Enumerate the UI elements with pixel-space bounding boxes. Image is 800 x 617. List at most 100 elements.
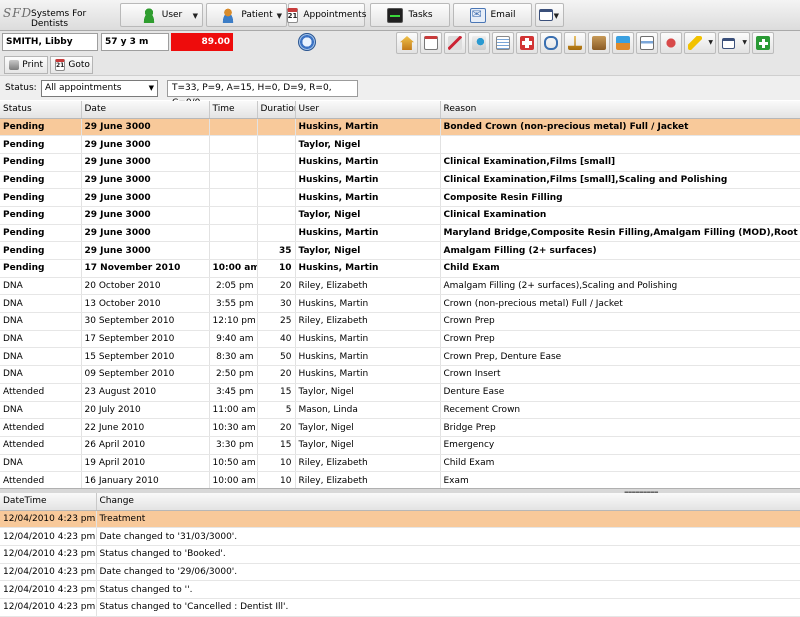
chevron-down-icon[interactable]: ▼ <box>193 12 198 20</box>
appointment-status-cell: Pending <box>0 241 82 260</box>
chevron-down-icon[interactable]: ▼ <box>277 12 282 20</box>
appointment-date-cell: 29 June 3000 <box>81 241 210 260</box>
alarm-clock-icon[interactable] <box>298 33 316 51</box>
appointment-row[interactable]: Attended 26 April 2010 3:30 pm 15 Taylor, Ni… <box>0 436 800 455</box>
calendar-icon[interactable] <box>420 32 442 54</box>
appointment-row[interactable]: DNA 30 September 2010 12:10 pm 25 Riley, Eli… <box>0 312 800 331</box>
column-header-change[interactable]: Change <box>96 493 800 511</box>
appointment-duration-cell: 30 <box>257 294 296 314</box>
appointment-row[interactable]: DNA 20 July 2010 11:00 am 5 Mason, Linda Rece… <box>0 401 800 420</box>
appointments-table: StatusDateTimeDurationUserReason Pending… <box>0 101 800 490</box>
appointment-row[interactable]: DNA 13 October 2010 3:55 pm 30 Huskins, Mart… <box>0 294 800 314</box>
gallery-icon[interactable] <box>612 32 634 54</box>
appointment-duration-cell: 15 <box>257 436 296 455</box>
change-row[interactable]: 12/04/2010 4:23 pm Treatment <box>0 510 800 529</box>
appointment-status-cell: DNA <box>0 294 82 314</box>
nav-patient-button[interactable]: Patient ▼ <box>206 3 287 27</box>
appointment-row[interactable]: DNA 09 September 2010 2:50 pm 20 Huskins, Ma… <box>0 365 800 384</box>
appointment-time-cell <box>209 224 258 243</box>
xray-icon[interactable] <box>444 32 466 54</box>
add-appointment-icon[interactable] <box>752 32 774 54</box>
column-header-date[interactable]: Date <box>81 101 210 119</box>
appointment-row[interactable]: DNA 15 September 2010 8:30 am 50 Huskins, Ma… <box>0 347 800 367</box>
calendar-icon: 21 <box>286 7 299 23</box>
appointment-row[interactable]: Pending 29 June 3000 Huskins, Martin Bonded… <box>0 118 800 137</box>
nav-tasks-button[interactable]: Tasks <box>370 3 450 27</box>
appointment-row[interactable]: Pending 29 June 3000 Huskins, Martin Compos… <box>0 188 800 207</box>
appointment-row[interactable]: Pending 29 June 3000 Huskins, Martin Clinic… <box>0 171 800 190</box>
appointment-status-cell: DNA <box>0 347 82 367</box>
change-row[interactable]: 12/04/2010 4:23 pm Status changed to 'Boo… <box>0 545 800 564</box>
appointment-row[interactable]: DNA 19 April 2010 10:50 am 10 Riley, Elizabe… <box>0 454 800 473</box>
change-row[interactable]: 12/04/2010 4:23 pm Date changed to '29/06… <box>0 563 800 582</box>
appointment-duration-cell <box>257 118 296 137</box>
patient-name-field[interactable]: SMITH, Libby <box>2 33 98 51</box>
appointment-row[interactable]: Pending 29 June 3000 35 Taylor, Nigel Amalga… <box>0 241 800 260</box>
appointment-reason-cell: Child Exam <box>440 259 800 278</box>
nav-window-menu-button[interactable]: ▼ <box>535 3 564 27</box>
appointment-user-cell: Taylor, Nigel <box>295 436 441 455</box>
column-header-duration[interactable]: Duration <box>257 101 296 119</box>
mouth-icon[interactable] <box>660 32 682 54</box>
scales-icon[interactable] <box>564 32 586 54</box>
column-header-datetime[interactable]: DateTime <box>0 493 97 511</box>
action-bar: Print 21 Goto <box>0 54 800 76</box>
nav-appointments-button[interactable]: 21 Appointments <box>286 3 366 27</box>
nav-email-button[interactable]: Email <box>453 3 532 27</box>
appointment-reason-cell: Maryland Bridge,Composite Resin Filling,… <box>440 224 800 243</box>
medical-kit-icon[interactable] <box>516 32 538 54</box>
column-header-reason[interactable]: Reason <box>440 101 800 119</box>
home-icon[interactable] <box>396 32 418 54</box>
appointment-duration-cell: 20 <box>257 365 296 384</box>
appointment-row[interactable]: Attended 22 June 2010 10:30 am 20 Taylor, Ni… <box>0 418 800 437</box>
change-change-cell: Status changed to ''. <box>96 580 800 599</box>
appointment-status-cell: Pending <box>0 259 82 278</box>
status-filter-select[interactable]: All appointments ▼ <box>41 80 158 97</box>
change-datetime-cell: 12/04/2010 4:23 pm <box>0 545 97 564</box>
appointment-reason-cell: Exam <box>440 471 800 490</box>
patient-bar: SMITH, Libby 57 y 3 m 89.00 <box>0 31 800 54</box>
appointment-row[interactable]: Pending 29 June 3000 Huskins, Martin Maryla… <box>0 224 800 243</box>
column-header-status[interactable]: Status <box>0 101 82 119</box>
column-header-time[interactable]: Time <box>209 101 258 119</box>
treatment-icon[interactable] <box>468 32 490 54</box>
appointment-row[interactable]: Pending 29 June 3000 Huskins, Martin Clinic… <box>0 153 800 172</box>
print-button[interactable]: Print <box>4 56 48 74</box>
column-header-user[interactable]: User <box>295 101 441 119</box>
change-row[interactable]: 12/04/2010 4:23 pm Date changed to '31/03… <box>0 527 800 546</box>
appointment-time-cell <box>209 206 258 225</box>
goto-button[interactable]: 21 Goto <box>50 56 93 74</box>
appointment-date-cell: 20 July 2010 <box>81 401 210 420</box>
appointment-duration-cell: 10 <box>257 471 296 490</box>
notes-icon[interactable] <box>492 32 514 54</box>
appointment-duration-cell <box>257 206 296 225</box>
change-row[interactable]: 12/04/2010 4:23 pm Status changed to ''. <box>0 580 800 599</box>
appointment-status-cell: DNA <box>0 401 82 420</box>
nav-user-button[interactable]: User ▼ <box>120 3 203 27</box>
appointment-row[interactable]: DNA 17 September 2010 9:40 am 40 Huskins, Ma… <box>0 330 800 349</box>
appointment-status-cell: DNA <box>0 330 82 349</box>
appointment-user-cell: Huskins, Martin <box>295 224 441 243</box>
window-menu-icon[interactable] <box>718 32 750 54</box>
appointment-date-cell: 17 November 2010 <box>81 259 210 278</box>
chevron-down-icon[interactable]: ▼ <box>149 81 154 96</box>
appointment-duration-cell: 15 <box>257 383 296 402</box>
appointment-row[interactable]: Pending 29 June 3000 Taylor, Nigel <box>0 135 800 154</box>
appointment-row[interactable]: DNA 20 October 2010 2:05 pm 20 Riley, Elizab… <box>0 277 800 296</box>
pen-menu-icon[interactable] <box>684 32 716 54</box>
tasks-icon <box>387 7 404 23</box>
chevron-down-icon[interactable]: ▼ <box>554 12 559 20</box>
appointment-reason-cell: Clinical Examination <box>440 206 800 225</box>
appointment-row[interactable]: Pending 17 November 2010 10:00 am 10 Huskins… <box>0 259 800 278</box>
change-row[interactable]: 12/04/2010 4:23 pm Status changed to 'Can… <box>0 598 800 617</box>
appointment-row[interactable]: Attended 16 January 2010 10:00 am 10 Riley, … <box>0 471 800 490</box>
calendar-icon: 21 <box>55 59 66 71</box>
lab-icon[interactable] <box>588 32 610 54</box>
appointment-time-cell: 10:00 am <box>209 471 258 490</box>
appointment-reason-cell: Crown (non-precious metal) Full / Jacket <box>440 294 800 314</box>
attachment-icon[interactable] <box>540 32 562 54</box>
appointment-row[interactable]: Pending 29 June 3000 Taylor, Nigel Clinical… <box>0 206 800 225</box>
appointment-row[interactable]: Attended 23 August 2010 3:45 pm 15 Taylor, N… <box>0 383 800 402</box>
print-label: Print <box>22 60 43 70</box>
card-icon[interactable] <box>636 32 658 54</box>
